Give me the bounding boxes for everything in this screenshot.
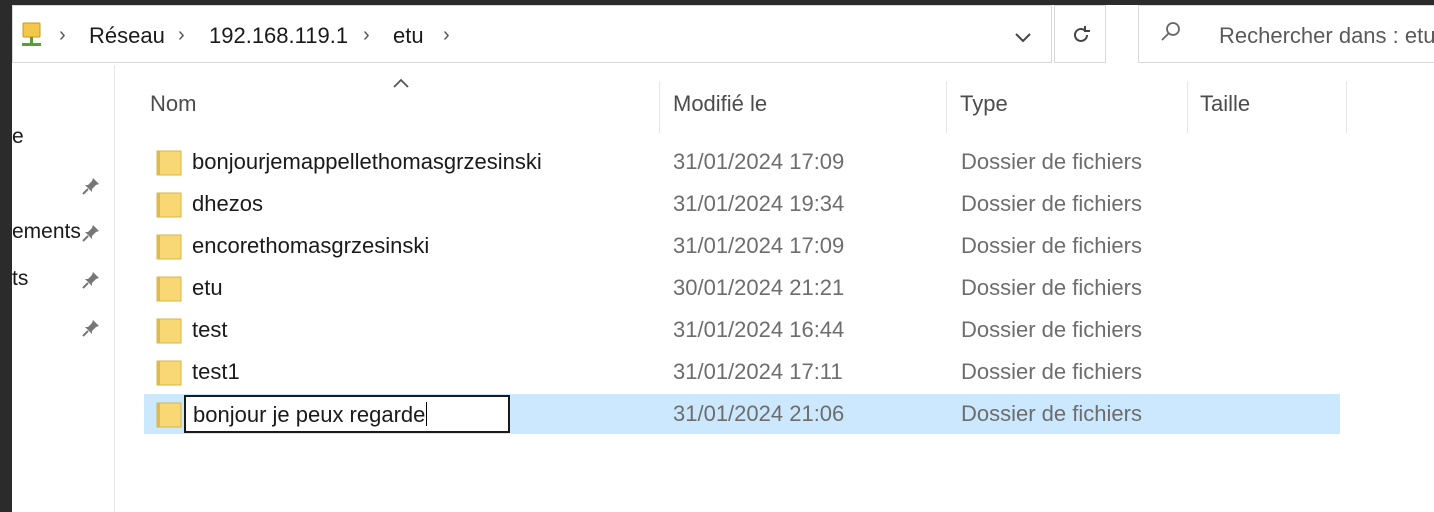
table-row[interactable]: test1 31/01/2024 17:11 Dossier de fichiers bbox=[144, 352, 1340, 392]
pin-icon[interactable] bbox=[80, 175, 102, 197]
file-type: Dossier de fichiers bbox=[961, 275, 1142, 300]
search-box[interactable]: Rechercher dans : etu bbox=[1138, 5, 1434, 63]
file-modified-date: 31/01/2024 16:44 bbox=[673, 317, 845, 342]
file-modified-date: 31/01/2024 19:34 bbox=[673, 191, 845, 216]
table-row[interactable]: test 31/01/2024 16:44 Dossier de fichiers bbox=[144, 310, 1340, 350]
table-row[interactable]: bonjourjemappellethomasgrzesinski 31/01/2… bbox=[144, 142, 1340, 182]
column-header-name[interactable]: Nom bbox=[150, 91, 196, 117]
column-header-modified[interactable]: Modifié le bbox=[673, 91, 767, 117]
pin-icon[interactable] bbox=[80, 222, 102, 244]
folder-icon bbox=[156, 359, 182, 387]
column-divider[interactable] bbox=[659, 81, 660, 133]
refresh-button[interactable] bbox=[1054, 5, 1106, 63]
search-icon bbox=[1161, 22, 1180, 41]
breadcrumb-separator-icon[interactable]: › bbox=[178, 24, 185, 47]
breadcrumb-separator-icon[interactable]: › bbox=[59, 24, 66, 47]
column-header-type[interactable]: Type bbox=[960, 91, 1008, 117]
nav-item-label[interactable]: ements bbox=[12, 220, 81, 244]
sort-ascending-icon bbox=[393, 78, 409, 88]
column-divider[interactable] bbox=[946, 81, 947, 133]
navigation-pane: e ements ts bbox=[12, 65, 115, 512]
file-modified-date: 31/01/2024 17:11 bbox=[673, 359, 843, 384]
column-header-size[interactable]: Taille bbox=[1200, 91, 1250, 117]
folder-icon bbox=[156, 275, 182, 303]
chevron-down-icon[interactable] bbox=[1013, 28, 1033, 48]
breadcrumb-separator-icon[interactable]: › bbox=[363, 24, 370, 47]
file-type: Dossier de fichiers bbox=[961, 401, 1142, 426]
file-name: encorethomasgrzesinski bbox=[192, 233, 430, 258]
rename-input-value: bonjour je peux regarde bbox=[193, 402, 428, 427]
file-modified-date: 30/01/2024 21:21 bbox=[673, 275, 845, 300]
rename-input[interactable]: bonjour je peux regarde bbox=[184, 395, 510, 433]
explorer-window: › Réseau › 192.168.119.1 › etu › Recherc… bbox=[12, 5, 1434, 512]
file-modified-date: 31/01/2024 17:09 bbox=[673, 233, 845, 258]
file-modified-date: 31/01/2024 17:09 bbox=[673, 149, 845, 174]
breadcrumb-ip[interactable]: 192.168.119.1 bbox=[209, 23, 348, 49]
breadcrumb-separator-icon[interactable]: › bbox=[443, 24, 450, 47]
column-divider[interactable] bbox=[1346, 81, 1347, 133]
search-input[interactable]: Rechercher dans : etu bbox=[1219, 23, 1434, 49]
table-row[interactable]: bonjour je peux regarde 31/01/2024 21:06 D… bbox=[144, 394, 1340, 434]
file-type: Dossier de fichiers bbox=[961, 317, 1142, 342]
file-type: Dossier de fichiers bbox=[961, 359, 1142, 384]
file-modified-date: 31/01/2024 21:06 bbox=[673, 401, 845, 426]
file-name: bonjourjemappellethomasgrzesinski bbox=[192, 149, 542, 174]
folder-icon bbox=[156, 233, 182, 261]
nav-item-label[interactable]: e bbox=[12, 125, 24, 149]
file-name: test bbox=[192, 317, 228, 342]
file-type: Dossier de fichiers bbox=[961, 191, 1142, 216]
column-divider[interactable] bbox=[1187, 81, 1188, 133]
file-type: Dossier de fichiers bbox=[961, 149, 1142, 174]
refresh-icon bbox=[1074, 26, 1090, 42]
table-row[interactable]: encorethomasgrzesinski 31/01/2024 17:09 Do… bbox=[144, 226, 1340, 266]
address-bar[interactable]: › Réseau › 192.168.119.1 › etu › bbox=[12, 5, 1052, 63]
breadcrumb-etu[interactable]: etu bbox=[393, 23, 424, 49]
table-row[interactable]: dhezos 31/01/2024 19:34 Dossier de fichier… bbox=[144, 184, 1340, 224]
table-row[interactable]: etu 30/01/2024 21:21 Dossier de fichiers bbox=[144, 268, 1340, 308]
breadcrumb-reseau[interactable]: Réseau bbox=[89, 23, 165, 49]
pin-icon[interactable] bbox=[80, 269, 102, 291]
file-name: etu bbox=[192, 275, 223, 300]
folder-icon bbox=[156, 401, 182, 429]
folder-icon bbox=[156, 149, 182, 177]
file-name: dhezos bbox=[192, 191, 263, 216]
folder-icon bbox=[156, 191, 182, 219]
folder-icon bbox=[156, 317, 182, 345]
nav-item-label[interactable]: ts bbox=[12, 267, 28, 291]
network-drive-icon bbox=[22, 22, 41, 46]
file-name: test1 bbox=[192, 359, 240, 384]
pin-icon[interactable] bbox=[80, 317, 102, 339]
file-type: Dossier de fichiers bbox=[961, 233, 1142, 258]
